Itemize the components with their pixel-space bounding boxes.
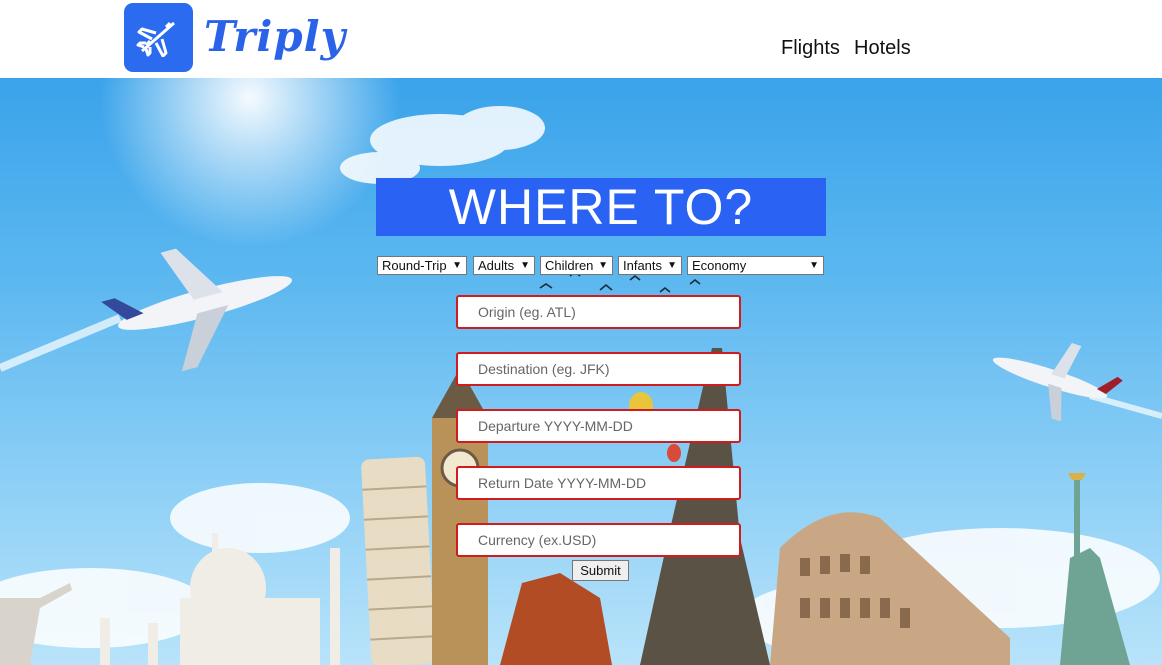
- return-date-input[interactable]: [456, 466, 741, 500]
- currency-input[interactable]: [456, 523, 741, 557]
- airliner-right: [992, 343, 1123, 422]
- children-value: Children: [545, 258, 594, 273]
- airliner-left: [101, 248, 293, 372]
- nav-flights-link[interactable]: Flights: [781, 37, 840, 60]
- adults-value: Adults: [478, 258, 515, 273]
- nav-hotels-link[interactable]: Hotels: [854, 37, 911, 60]
- logo[interactable]: [124, 3, 193, 72]
- chevron-down-icon: ▼: [452, 260, 462, 271]
- trip-type-value: Round-Trip: [382, 258, 447, 273]
- infants-select[interactable]: Infants ▼: [618, 256, 682, 275]
- destination-input[interactable]: [456, 352, 741, 386]
- chevron-down-icon: ▼: [598, 260, 608, 271]
- chevron-down-icon: ▼: [667, 260, 677, 271]
- hero-heading: WHERE TO?: [376, 178, 826, 236]
- chevron-down-icon: ▼: [520, 260, 530, 271]
- cabin-class-value: Economy: [692, 258, 747, 273]
- chevron-down-icon: ▼: [809, 260, 819, 271]
- adults-select[interactable]: Adults ▼: [473, 256, 535, 275]
- cabin-class-select[interactable]: Economy ▼: [687, 256, 824, 275]
- header: Triply Flights Hotels: [0, 0, 1162, 78]
- departure-date-input[interactable]: [456, 409, 741, 443]
- infants-value: Infants: [623, 258, 663, 273]
- origin-input[interactable]: [456, 295, 741, 329]
- brand-name: Triply: [204, 12, 347, 61]
- hero-background: WHERE TO? Round-Trip ▼ Adults ▼ Children…: [0, 78, 1162, 665]
- children-select[interactable]: Children ▼: [540, 256, 613, 275]
- airplane-icon: [136, 21, 175, 57]
- submit-button[interactable]: Submit: [572, 560, 629, 581]
- trip-type-select[interactable]: Round-Trip ▼: [377, 256, 467, 275]
